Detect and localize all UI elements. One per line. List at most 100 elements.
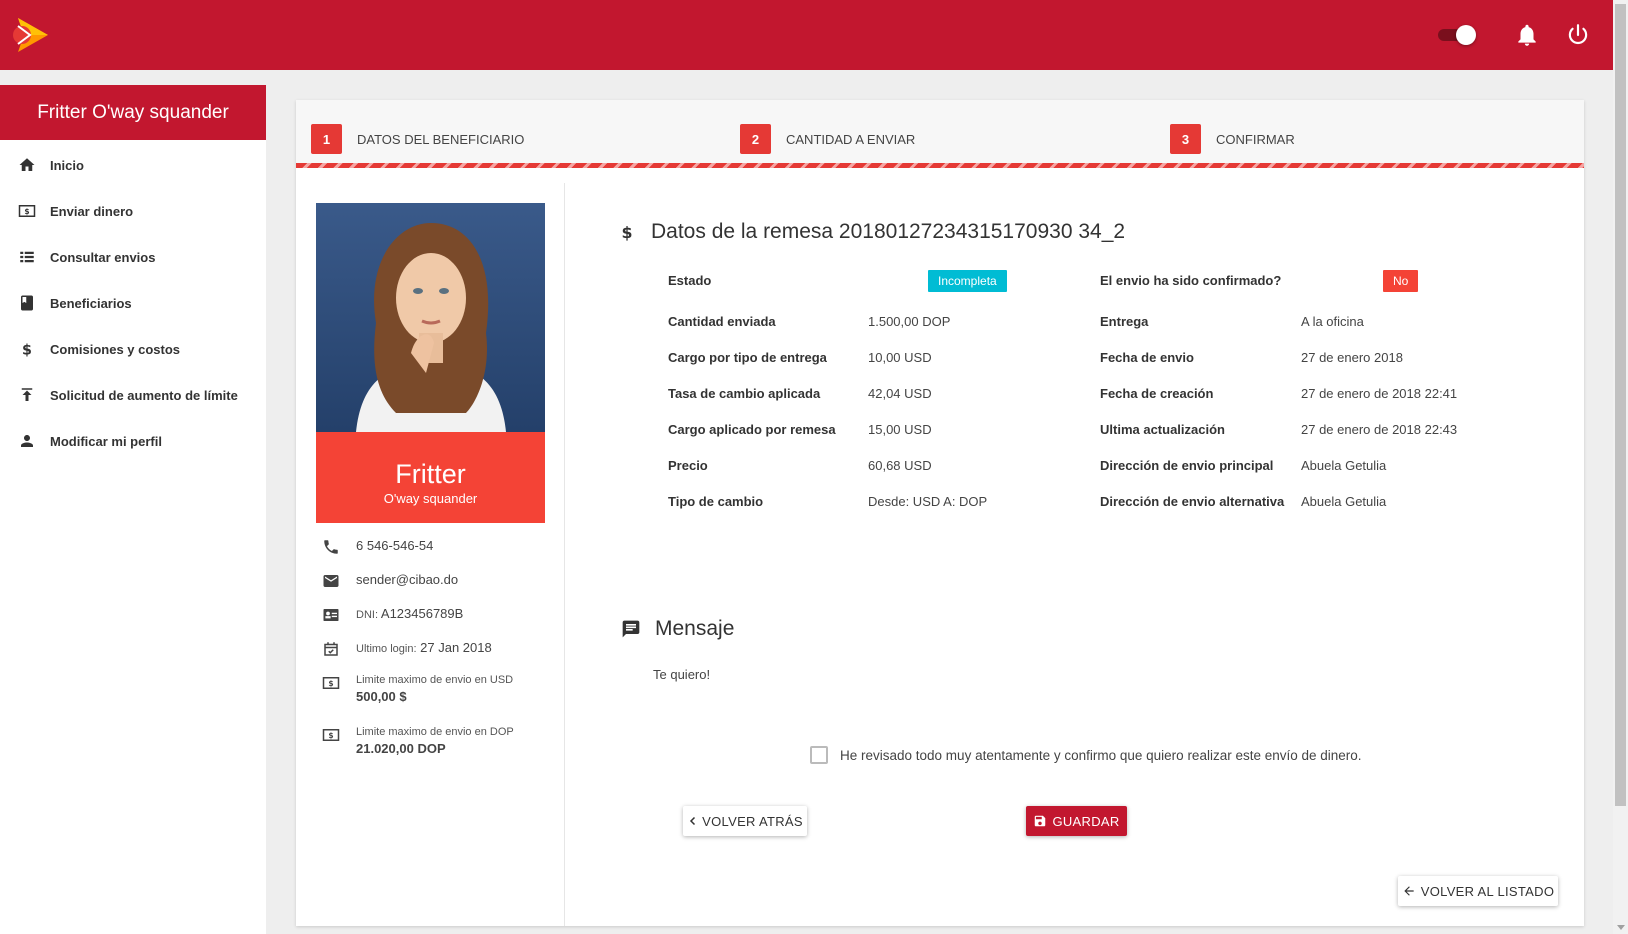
save-button-label: GUARDAR <box>1052 813 1120 829</box>
scrollbar-thumb[interactable] <box>1615 4 1626 806</box>
step-number: 1 <box>311 124 342 154</box>
dni-label: DNI: <box>356 609 378 621</box>
sidebar-item-comisiones[interactable]: $ Comisiones y costos <box>0 326 266 372</box>
last-login-row: Ultimo login: 27 Jan 2018 <box>322 640 492 658</box>
detail-label: Tasa de cambio aplicada <box>668 386 821 401</box>
sidebar: Fritter O'way squander Inicio $ Enviar d… <box>0 85 266 934</box>
sidebar-item-label: Consultar envios <box>50 249 156 265</box>
bell-icon[interactable] <box>1514 22 1540 48</box>
detail-value: Desde: USD A: DOP <box>868 494 988 509</box>
detail-value: Abuela Getulia <box>1301 494 1387 509</box>
last-login-label: Ultimo login: <box>356 643 417 655</box>
profile-name-card: Fritter O'way squander <box>316 432 545 523</box>
detail-label: Fecha de creación <box>1100 386 1214 401</box>
id-card-icon <box>323 609 339 621</box>
detail-value: 60,68 USD <box>868 458 932 473</box>
message-title-text: Mensaje <box>655 617 735 640</box>
money-icon: $ <box>322 729 340 741</box>
svg-text:$: $ <box>22 342 32 358</box>
main-card: 1 DATOS DEL BENEFICIARIO 2 CANTIDAD A EN… <box>296 100 1584 926</box>
sidebar-item-beneficiarios[interactable]: Beneficiarios <box>0 280 266 326</box>
step-label: CONFIRMAR <box>1216 131 1295 147</box>
detail-value: 27 de enero de 2018 22:41 <box>1301 386 1458 401</box>
book-icon <box>21 295 33 311</box>
page-scrollbar[interactable] <box>1613 0 1628 934</box>
step-label: CANTIDAD A ENVIAR <box>786 131 916 147</box>
detail-label: Dirección de envio principal <box>1100 458 1274 473</box>
svg-text:$: $ <box>621 223 632 242</box>
sidebar-item-enviar-dinero[interactable]: $ Enviar dinero <box>0 188 266 234</box>
sidebar-item-label: Comisiones y costos <box>50 341 181 357</box>
sidebar-title: Fritter O'way squander <box>0 85 266 140</box>
profile-first-name: Fritter <box>395 459 466 489</box>
scroll-down-arrow-icon[interactable] <box>1617 925 1625 930</box>
chat-icon <box>622 620 640 638</box>
phone-number: 6 546-546-54 <box>356 538 434 553</box>
sidebar-item-label: Solicitud de aumento de límite <box>50 387 238 403</box>
back-button[interactable]: VOLVER ATRÁS <box>683 806 807 836</box>
play-arrow-logo-icon[interactable] <box>10 14 52 56</box>
sidebar-item-label: Modificar mi perfil <box>50 433 162 449</box>
confirmed-badge: No <box>1383 270 1419 292</box>
dni-value: A123456789B <box>380 606 464 621</box>
detail-value: Abuela Getulia <box>1301 458 1387 473</box>
detail-value: 27 de enero 2018 <box>1301 350 1403 365</box>
email-address: sender@cibao.do <box>356 572 459 587</box>
profile-last-name: O'way squander <box>383 491 478 506</box>
estado-label: Estado <box>668 273 712 288</box>
detail-value: 27 de enero de 2018 22:43 <box>1301 422 1458 437</box>
detail-label: Tipo de cambio <box>668 494 764 509</box>
sidebar-item-aumento-limite[interactable]: Solicitud de aumento de límite <box>0 372 266 418</box>
remittance-title-text: Datos de la remesa 20180127234315170930 … <box>651 220 1126 243</box>
detail-value: 10,00 USD <box>868 350 932 365</box>
step-number: 2 <box>740 124 771 154</box>
limit-usd-label: Limite maximo de envio en USD <box>356 674 514 686</box>
limit-dop-label: Limite maximo de envio en DOP <box>356 726 514 738</box>
toggle-switch-icon[interactable] <box>1436 24 1476 45</box>
limit-usd-value: 500,00 $ <box>356 689 407 704</box>
last-login-value: 27 Jan 2018 <box>420 640 492 655</box>
sidebar-item-label: Enviar dinero <box>50 203 134 219</box>
back-to-list-button[interactable]: VOLVER AL LISTADO <box>1398 876 1558 906</box>
limit-dop-row: $ Limite maximo de envio en DOP 21.020,0… <box>322 726 514 756</box>
detail-label: Cargo aplicado por remesa <box>668 422 836 437</box>
save-button[interactable]: GUARDAR <box>1026 806 1127 836</box>
profile-panel: Fritter O'way squander 6 546-546-54 send… <box>296 183 565 926</box>
chevron-left-icon <box>690 816 696 826</box>
detail-label: Cantidad enviada <box>668 314 776 329</box>
svg-text:$: $ <box>328 731 333 740</box>
save-icon <box>1035 815 1046 827</box>
confirm-row: He revisado todo muy atentamente y confi… <box>810 746 1362 764</box>
power-icon[interactable] <box>1565 22 1591 48</box>
step-1[interactable]: 1 DATOS DEL BENEFICIARIO <box>311 124 524 154</box>
stepper-progress-stripe <box>296 163 1584 168</box>
upload-icon <box>21 388 33 401</box>
limit-dop-value: 21.020,00 DOP <box>356 741 446 756</box>
dni-row: DNI: A123456789B <box>322 606 463 624</box>
detail-label: Dirección de envio alternativa <box>1100 494 1285 509</box>
home-icon <box>19 158 35 171</box>
sidebar-item-inicio[interactable]: Inicio <box>0 142 266 188</box>
message-text: Te quiero! <box>653 667 711 682</box>
step-number: 3 <box>1170 124 1201 154</box>
confirm-checkbox[interactable] <box>810 746 828 764</box>
email-icon <box>323 575 339 587</box>
sidebar-item-consultar-envios[interactable]: Consultar envios <box>0 234 266 280</box>
detail-label: Ultima actualización <box>1100 422 1225 437</box>
sidebar-item-modificar-perfil[interactable]: Modificar mi perfil <box>0 418 266 464</box>
step-3[interactable]: 3 CONFIRMAR <box>1170 124 1295 154</box>
stepper: 1 DATOS DEL BENEFICIARIO 2 CANTIDAD A EN… <box>296 100 1584 168</box>
back-button-label: VOLVER ATRÁS <box>702 813 803 829</box>
svg-text:$: $ <box>24 207 29 216</box>
detail-label: Entrega <box>1100 314 1149 329</box>
svg-text:$: $ <box>328 679 333 688</box>
dollar-icon: $ <box>621 223 632 242</box>
step-label: DATOS DEL BENEFICIARIO <box>357 131 525 147</box>
detail-label: Fecha de envio <box>1100 350 1194 365</box>
step-2[interactable]: 2 CANTIDAD A ENVIAR <box>740 124 915 154</box>
detail-value: 15,00 USD <box>868 422 932 437</box>
remittance-title: $ Datos de la remesa 2018012723431517093… <box>617 220 1125 244</box>
detail-value: 1.500,00 DOP <box>868 314 951 329</box>
detail-value: 42,04 USD <box>868 386 932 401</box>
phone-row: 6 546-546-54 <box>322 538 433 556</box>
